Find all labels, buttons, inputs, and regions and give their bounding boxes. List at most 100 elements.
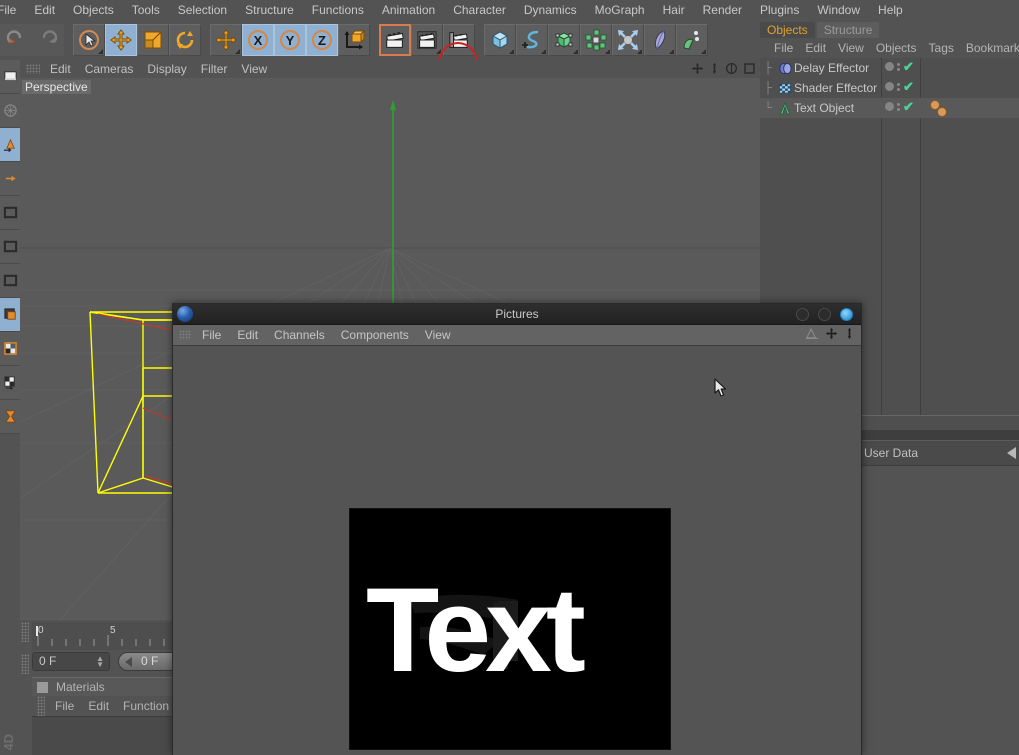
- pan-icon[interactable]: [691, 62, 704, 78]
- axis-z-button[interactable]: Z: [306, 24, 338, 56]
- pic-menu-channels[interactable]: Channels: [266, 328, 333, 342]
- prev-frame-icon[interactable]: [125, 657, 132, 667]
- histogram-icon[interactable]: [805, 327, 819, 343]
- materials-menu-function[interactable]: Function: [116, 699, 176, 713]
- current-frame-field[interactable]: 0 F ▲ ▼: [32, 652, 110, 671]
- minimize-button[interactable]: [796, 308, 809, 321]
- grip-icon[interactable]: [37, 696, 45, 716]
- enabled-dot-icon[interactable]: [885, 82, 894, 91]
- object-axis-button[interactable]: [0, 128, 20, 162]
- collapse-arrow-icon[interactable]: [1003, 447, 1016, 459]
- make-editable-button[interactable]: [0, 60, 20, 94]
- viewport-menu-edit[interactable]: Edit: [43, 62, 78, 76]
- texture-mode-button[interactable]: [0, 298, 20, 332]
- rotate-tool-button[interactable]: [169, 24, 201, 56]
- grip-icon[interactable]: [21, 622, 29, 642]
- tab-structure[interactable]: Structure: [816, 22, 880, 38]
- live-selection-button[interactable]: [73, 24, 105, 56]
- axis-y-button[interactable]: Y: [274, 24, 306, 56]
- obj-menu-objects[interactable]: Objects: [870, 41, 923, 55]
- check-icon[interactable]: ✔: [903, 60, 914, 73]
- pictures-window[interactable]: Pictures File Edit Channels Components V…: [172, 303, 862, 755]
- visibility-dots[interactable]: ✔: [885, 60, 914, 73]
- render-view-button[interactable]: [379, 24, 411, 56]
- menu-item-dynamics[interactable]: Dynamics: [515, 1, 586, 19]
- table-row[interactable]: ├ Shader Effector ✔: [760, 78, 1019, 98]
- menu-item-animation[interactable]: Animation: [373, 1, 444, 19]
- menu-item-edit[interactable]: Edit: [25, 1, 64, 19]
- add-cube-button[interactable]: [484, 24, 516, 56]
- pictures-title-bar[interactable]: Pictures: [173, 304, 861, 325]
- menu-item-hair[interactable]: Hair: [654, 1, 694, 19]
- render-to-picture-viewer-button[interactable]: [411, 24, 443, 56]
- axis-x-button[interactable]: X: [242, 24, 274, 56]
- check-icon[interactable]: ✔: [903, 80, 914, 93]
- move-tool-button[interactable]: [105, 24, 137, 56]
- stepper-icon[interactable]: ▲ ▼: [96, 655, 104, 669]
- obj-menu-view[interactable]: View: [832, 41, 870, 55]
- menu-item-render[interactable]: Render: [694, 1, 751, 19]
- maximize-button[interactable]: [818, 308, 831, 321]
- global-move-button[interactable]: [210, 24, 242, 56]
- deformer-mode-button[interactable]: [0, 400, 20, 434]
- add-spline-button[interactable]: [516, 24, 548, 56]
- attributes-body[interactable]: [860, 466, 1019, 754]
- obj-menu-tags[interactable]: Tags: [923, 41, 960, 55]
- menu-item-tools[interactable]: Tools: [123, 1, 169, 19]
- close-button[interactable]: [840, 308, 853, 321]
- obj-menu-edit[interactable]: Edit: [799, 41, 832, 55]
- grip-icon[interactable]: [21, 654, 29, 674]
- texture-axis-button[interactable]: [0, 162, 20, 196]
- pan-icon[interactable]: [825, 327, 838, 343]
- undo-button[interactable]: [0, 24, 32, 56]
- table-row[interactable]: ├ Delay Effector ✔: [760, 58, 1019, 78]
- enabled-dot-icon[interactable]: [885, 62, 894, 71]
- enabled-dot-icon[interactable]: [885, 102, 894, 111]
- rotate-view-icon[interactable]: [725, 62, 738, 78]
- deformer-button[interactable]: [612, 24, 644, 56]
- visibility-toggle-icon[interactable]: [897, 102, 900, 111]
- light-button[interactable]: [676, 24, 708, 56]
- scene-object-button[interactable]: [644, 24, 676, 56]
- dolly-icon[interactable]: [709, 62, 720, 78]
- model-mode-button[interactable]: [0, 94, 20, 128]
- menu-item-file[interactable]: File: [0, 1, 25, 19]
- point-mode-button[interactable]: [0, 196, 20, 230]
- menu-item-plugins[interactable]: Plugins: [751, 1, 808, 19]
- obj-menu-file[interactable]: File: [768, 41, 799, 55]
- viewport-menu-display[interactable]: Display: [140, 62, 193, 76]
- pic-menu-file[interactable]: File: [194, 328, 229, 342]
- materials-list[interactable]: [32, 716, 184, 755]
- menu-item-character[interactable]: Character: [444, 1, 515, 19]
- edge-mode-button[interactable]: [0, 230, 20, 264]
- materials-menu-file[interactable]: File: [48, 699, 81, 713]
- pic-menu-edit[interactable]: Edit: [229, 328, 266, 342]
- object-tags[interactable]: [928, 100, 958, 121]
- pictures-image-area[interactable]: Text: [173, 346, 861, 755]
- array-button[interactable]: [580, 24, 612, 56]
- timeline-ruler[interactable]: 0 5: [32, 622, 172, 650]
- menu-item-help[interactable]: Help: [869, 1, 912, 19]
- viewport-menu-filter[interactable]: Filter: [194, 62, 235, 76]
- visibility-toggle-icon[interactable]: [897, 82, 900, 91]
- viewport-solo-button[interactable]: [0, 332, 20, 366]
- render-settings-button[interactable]: [443, 24, 475, 56]
- visibility-dots[interactable]: ✔: [885, 80, 914, 93]
- check-icon[interactable]: ✔: [903, 100, 914, 113]
- nurbs-button[interactable]: [548, 24, 580, 56]
- menu-item-selection[interactable]: Selection: [169, 1, 236, 19]
- dolly-icon[interactable]: [844, 327, 855, 343]
- pic-menu-components[interactable]: Components: [333, 328, 417, 342]
- pic-menu-view[interactable]: View: [417, 328, 459, 342]
- visibility-toggle-icon[interactable]: [897, 62, 900, 71]
- menu-item-structure[interactable]: Structure: [236, 1, 303, 19]
- viewport-menu-cameras[interactable]: Cameras: [78, 62, 141, 76]
- rendered-image-canvas[interactable]: Text: [349, 508, 671, 750]
- obj-menu-bookmarks[interactable]: Bookmarks: [960, 41, 1019, 55]
- polygon-mode-button[interactable]: [0, 264, 20, 298]
- visibility-dots[interactable]: ✔: [885, 100, 914, 113]
- menu-item-window[interactable]: Window: [808, 1, 869, 19]
- enable-axis-button[interactable]: [0, 366, 20, 400]
- scale-tool-button[interactable]: [137, 24, 169, 56]
- materials-menu-edit[interactable]: Edit: [81, 699, 116, 713]
